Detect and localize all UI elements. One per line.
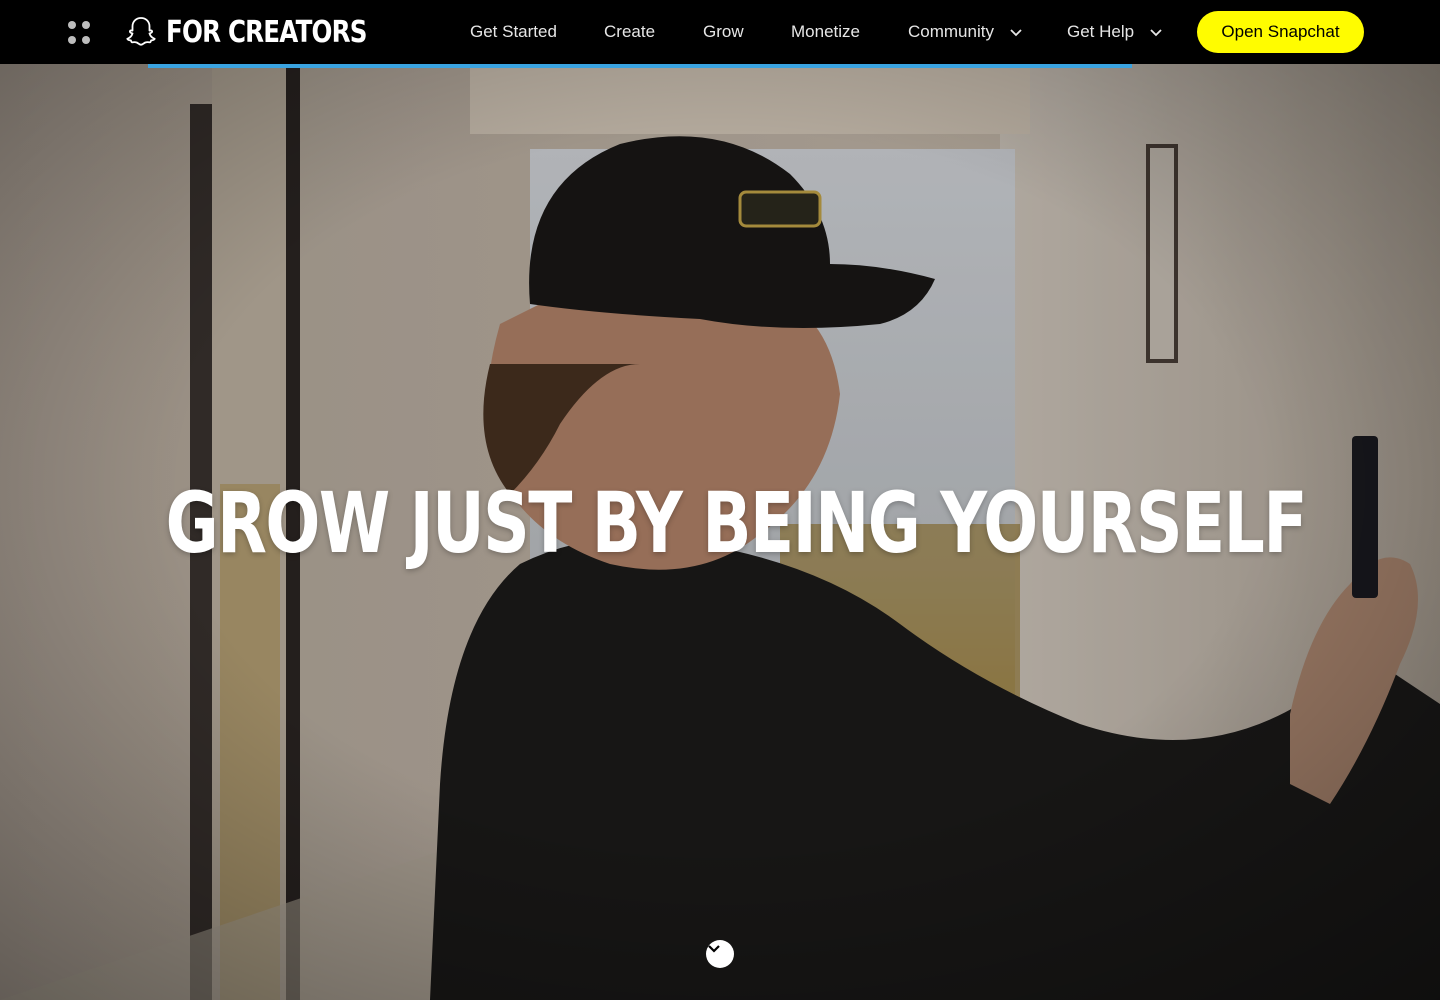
open-snapchat-button[interactable]: Open Snapchat xyxy=(1197,11,1364,53)
nav-get-help[interactable]: Get Help xyxy=(1067,20,1164,44)
nav-monetize[interactable]: Monetize xyxy=(791,20,860,44)
chevron-down-icon xyxy=(708,945,720,953)
nav-get-help-label: Get Help xyxy=(1067,22,1135,41)
hero-video: GROW JUST BY BEING YOURSELF xyxy=(0,64,1440,1000)
chevron-down-icon xyxy=(1150,29,1162,37)
nav-create[interactable]: Create xyxy=(604,20,655,44)
nav-community-label: Community xyxy=(908,22,994,41)
nav-get-started[interactable]: Get Started xyxy=(470,20,557,44)
nav-community[interactable]: Community xyxy=(908,20,1024,44)
chevron-down-icon xyxy=(1010,29,1022,37)
nav-grow[interactable]: Grow xyxy=(703,20,744,44)
hero-title: GROW JUST BY BEING YOURSELF xyxy=(165,474,1308,572)
top-navigation-bar: FOR CREATORS Get Started Create Grow Mon… xyxy=(0,0,1440,64)
scroll-down-button[interactable] xyxy=(706,940,734,968)
page-progress-bar xyxy=(148,64,1132,68)
